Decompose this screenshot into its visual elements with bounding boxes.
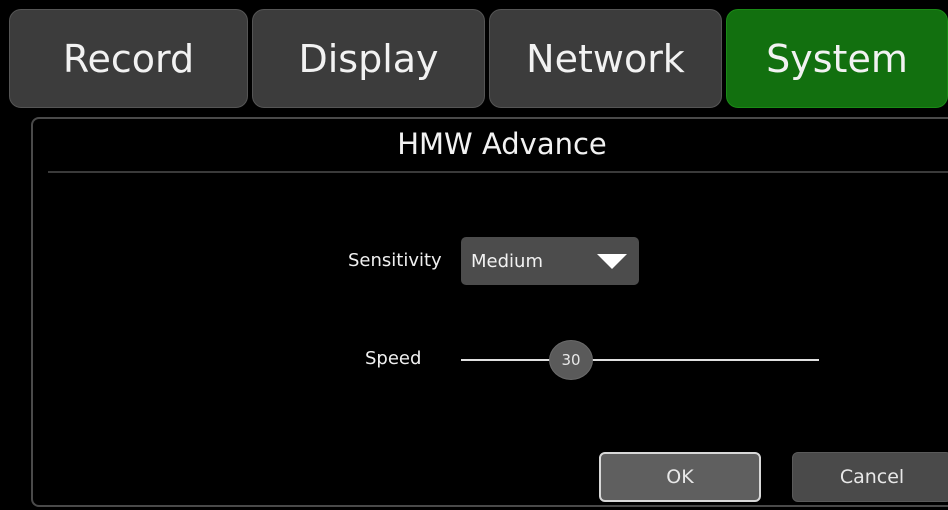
tab-system[interactable]: System [726, 9, 948, 108]
panel-title: HMW Advance [397, 127, 607, 161]
title-divider [48, 171, 948, 173]
tab-system-label: System [766, 36, 908, 81]
speed-value: 30 [561, 351, 581, 369]
ok-button[interactable]: OK [599, 452, 761, 502]
tab-display-label: Display [298, 36, 439, 81]
cancel-button[interactable]: Cancel [792, 452, 948, 502]
sensitivity-value: Medium [471, 250, 543, 272]
sensitivity-label: Sensitivity [348, 250, 442, 271]
hmw-advance-screen: Record Display Network System HMW Advanc… [0, 0, 948, 510]
speed-slider-track[interactable] [461, 359, 819, 361]
cancel-button-label: Cancel [839, 466, 905, 488]
tab-network-label: Network [526, 36, 685, 81]
tab-record[interactable]: Record [9, 9, 248, 108]
tab-display[interactable]: Display [252, 9, 485, 108]
ok-button-label: OK [666, 466, 694, 488]
sensitivity-dropdown[interactable]: Medium [461, 237, 639, 285]
speed-slider-knob[interactable]: 30 [549, 340, 593, 380]
chevron-down-icon [597, 254, 627, 269]
tab-record-label: Record [62, 36, 195, 81]
settings-panel: HMW Advance Sensitivity Medium Speed 30 … [31, 117, 948, 507]
speed-label: Speed [365, 348, 422, 369]
tab-network[interactable]: Network [489, 9, 722, 108]
